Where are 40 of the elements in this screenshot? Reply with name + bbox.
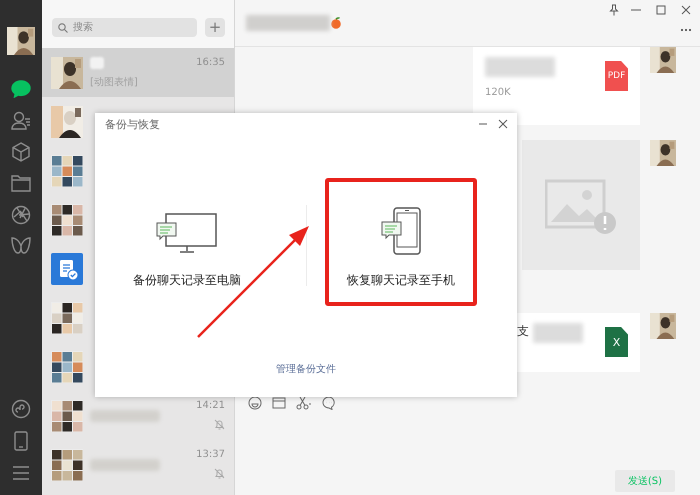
chat-time: 13:37: [196, 449, 225, 460]
backup-option[interactable]: 备份聊天记录至电脑: [95, 178, 279, 306]
close-icon[interactable]: [497, 118, 509, 130]
peach-icon: [330, 17, 342, 29]
chat-time: 14:21: [196, 400, 225, 411]
dialog-title: 备份与恢复: [105, 116, 161, 132]
miniprogram-icon[interactable]: [11, 399, 31, 419]
chat-item[interactable]: 14:21: [42, 391, 234, 440]
folder-icon[interactable]: [11, 174, 31, 192]
chat-bubble-icon[interactable]: [322, 396, 336, 410]
aperture-icon[interactable]: [11, 204, 31, 225]
cube-icon[interactable]: [11, 142, 31, 162]
option-label: 备份聊天记录至电脑: [133, 272, 241, 289]
file-type-icon: PDF: [605, 61, 628, 91]
option-label: 恢复聊天记录至手机: [347, 272, 455, 289]
phone-icon[interactable]: [14, 431, 28, 451]
search-field[interactable]: 搜索: [52, 18, 197, 37]
more-icon[interactable]: [680, 28, 692, 32]
chat-icon[interactable]: [11, 80, 31, 98]
contacts-icon[interactable]: [11, 110, 31, 130]
monitor-chat-icon: [156, 213, 218, 255]
file-name: 支: [517, 323, 529, 340]
phone-chat-icon: [381, 207, 421, 255]
scissors-icon[interactable]: [296, 396, 312, 410]
butterfly-icon[interactable]: [11, 237, 31, 256]
document-check-icon: [51, 252, 83, 284]
emoji-icon[interactable]: [248, 396, 262, 410]
backup-option[interactable]: 恢复聊天记录至手机: [325, 178, 477, 306]
chat-time: 16:35: [196, 57, 225, 68]
file-message[interactable]: 120K PDF: [473, 47, 640, 125]
folder-icon[interactable]: [272, 396, 286, 410]
chat-item[interactable]: 13:37: [42, 440, 234, 489]
file-type-icon: X: [605, 327, 628, 357]
send-button[interactable]: 发送(S): [614, 470, 675, 492]
menu-icon[interactable]: [12, 466, 30, 480]
file-size: 120K: [485, 87, 512, 98]
manage-backups-link[interactable]: 管理备份文件: [276, 362, 336, 376]
pin-icon[interactable]: [609, 4, 619, 16]
add-button[interactable]: +: [205, 18, 225, 37]
search-icon: [58, 22, 68, 32]
